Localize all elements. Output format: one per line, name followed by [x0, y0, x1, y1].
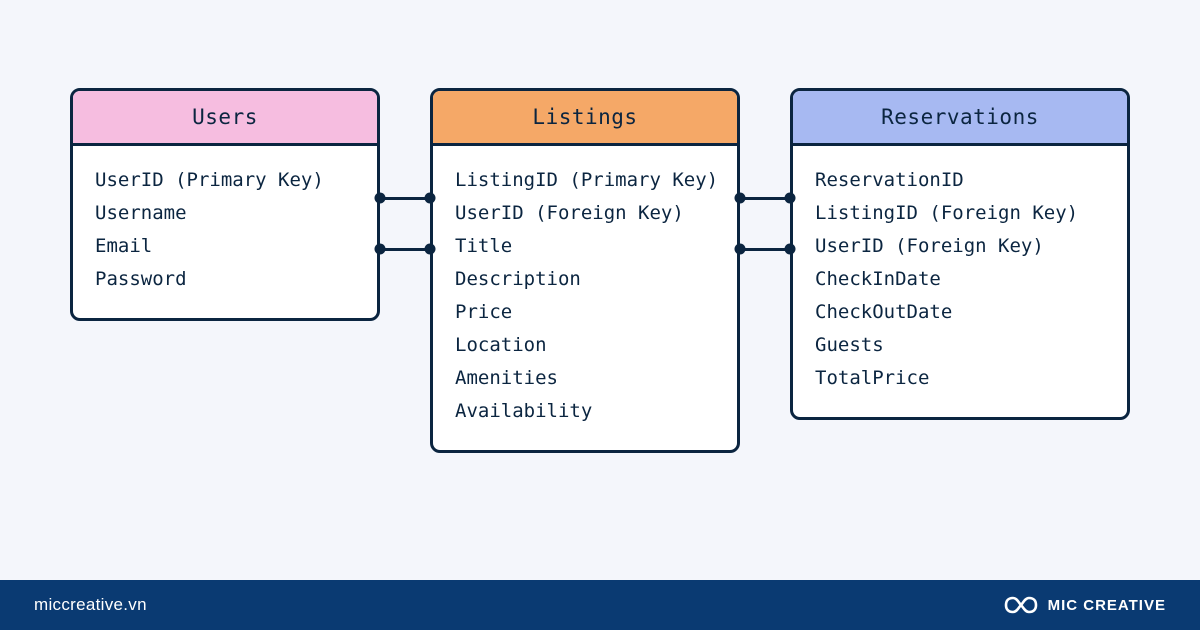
- connector-dot: [735, 244, 746, 255]
- field: CheckInDate: [815, 263, 1105, 296]
- entity-listings: Listings ListingID (Primary Key) UserID …: [430, 88, 740, 453]
- entity-listings-header: Listings: [433, 91, 737, 146]
- connector-line: [380, 248, 430, 251]
- entity-reservations: Reservations ReservationID ListingID (Fo…: [790, 88, 1130, 420]
- footer-bar: miccreative.vn MIC CREATIVE: [0, 580, 1200, 630]
- field: UserID (Foreign Key): [815, 230, 1105, 263]
- field: Price: [455, 296, 715, 329]
- field: Availability: [455, 395, 715, 428]
- connector-line: [380, 197, 430, 200]
- field: Password: [95, 263, 355, 296]
- entity-users-header: Users: [73, 91, 377, 146]
- field: ReservationID: [815, 164, 1105, 197]
- connector-line: [740, 248, 790, 251]
- field: Title: [455, 230, 715, 263]
- footer-brand: MIC CREATIVE: [1004, 595, 1166, 615]
- connector-dot: [425, 193, 436, 204]
- footer-url: miccreative.vn: [34, 595, 147, 615]
- connector-dot: [735, 193, 746, 204]
- connector-dot: [425, 244, 436, 255]
- field: ListingID (Primary Key): [455, 164, 715, 197]
- field: Description: [455, 263, 715, 296]
- connector-line: [740, 197, 790, 200]
- entity-users: Users UserID (Primary Key) Username Emai…: [70, 88, 380, 321]
- field: UserID (Foreign Key): [455, 197, 715, 230]
- footer-brand-text: MIC CREATIVE: [1048, 597, 1166, 614]
- field: UserID (Primary Key): [95, 164, 355, 197]
- field: Guests: [815, 329, 1105, 362]
- field: TotalPrice: [815, 362, 1105, 395]
- field: Location: [455, 329, 715, 362]
- entity-reservations-body: ReservationID ListingID (Foreign Key) Us…: [793, 146, 1127, 417]
- er-diagram-canvas: Users UserID (Primary Key) Username Emai…: [0, 0, 1200, 580]
- entity-listings-body: ListingID (Primary Key) UserID (Foreign …: [433, 146, 737, 450]
- field: Username: [95, 197, 355, 230]
- field: ListingID (Foreign Key): [815, 197, 1105, 230]
- entity-reservations-header: Reservations: [793, 91, 1127, 146]
- connector-dot: [785, 244, 796, 255]
- connector-dot: [375, 244, 386, 255]
- field: Amenities: [455, 362, 715, 395]
- connector-dot: [375, 193, 386, 204]
- field: Email: [95, 230, 355, 263]
- connector-dot: [785, 193, 796, 204]
- entity-users-body: UserID (Primary Key) Username Email Pass…: [73, 146, 377, 318]
- infinity-icon: [1004, 595, 1038, 615]
- field: CheckOutDate: [815, 296, 1105, 329]
